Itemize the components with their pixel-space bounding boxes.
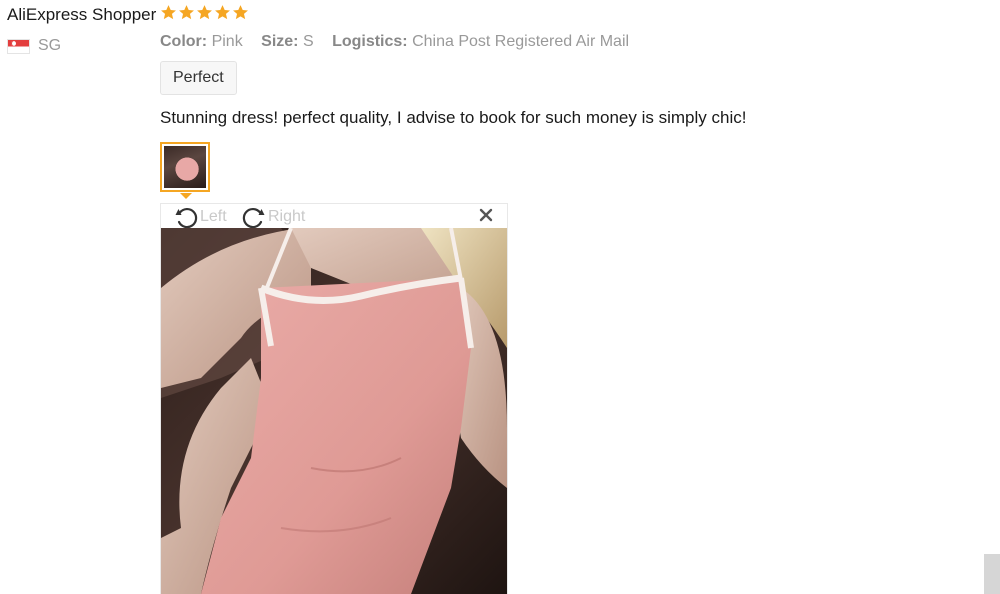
review-tag: Perfect xyxy=(160,61,237,95)
reviewer-country: SG xyxy=(7,37,61,55)
rotate-left-button[interactable]: Left xyxy=(173,204,227,230)
singapore-flag-icon xyxy=(7,38,30,54)
thumbnail-image xyxy=(164,146,206,188)
attribute-value: S xyxy=(302,33,314,50)
photo-viewer: Left Right xyxy=(160,203,508,594)
attribute-size: Size: S xyxy=(261,33,313,50)
review-photo xyxy=(161,228,507,594)
attribute-value: Pink xyxy=(211,33,243,50)
review-text: Stunning dress! perfect quality, I advis… xyxy=(160,108,747,127)
rotate-left-label: Left xyxy=(200,208,227,225)
attribute-logistics: Logistics: China Post Registered Air Mai… xyxy=(332,33,629,50)
page-scrollbar[interactable] xyxy=(984,554,1000,594)
rotate-right-button[interactable]: Right xyxy=(241,204,305,230)
star-icon xyxy=(215,5,230,20)
country-code: SG xyxy=(38,37,62,54)
attribute-color: Color: Pink xyxy=(160,33,243,50)
rotate-right-icon xyxy=(242,207,265,229)
viewer-toolbar: Left Right xyxy=(161,204,507,230)
attribute-key: Size: xyxy=(261,33,299,50)
star-icon xyxy=(161,5,176,20)
review-page: AliExpress Shopper SG Color: Pink Size: … xyxy=(0,0,1000,594)
star-icon xyxy=(179,5,194,20)
star-icon xyxy=(233,5,248,20)
rotate-left-icon xyxy=(175,207,198,229)
attribute-value: China Post Registered Air Mail xyxy=(412,33,630,50)
close-icon[interactable] xyxy=(479,208,493,222)
order-attributes: Color: Pink Size: S Logistics: China Pos… xyxy=(160,32,643,52)
reviewer-name: AliExpress Shopper xyxy=(7,5,157,24)
attribute-key: Logistics: xyxy=(332,33,408,50)
review-photo-image xyxy=(161,228,507,594)
star-icon xyxy=(197,5,212,20)
review-photo-thumbnail[interactable] xyxy=(160,142,210,192)
attribute-key: Color: xyxy=(160,33,208,50)
rotate-right-label: Right xyxy=(268,208,306,225)
thumbnail-pointer xyxy=(180,193,192,199)
star-rating xyxy=(160,4,249,21)
